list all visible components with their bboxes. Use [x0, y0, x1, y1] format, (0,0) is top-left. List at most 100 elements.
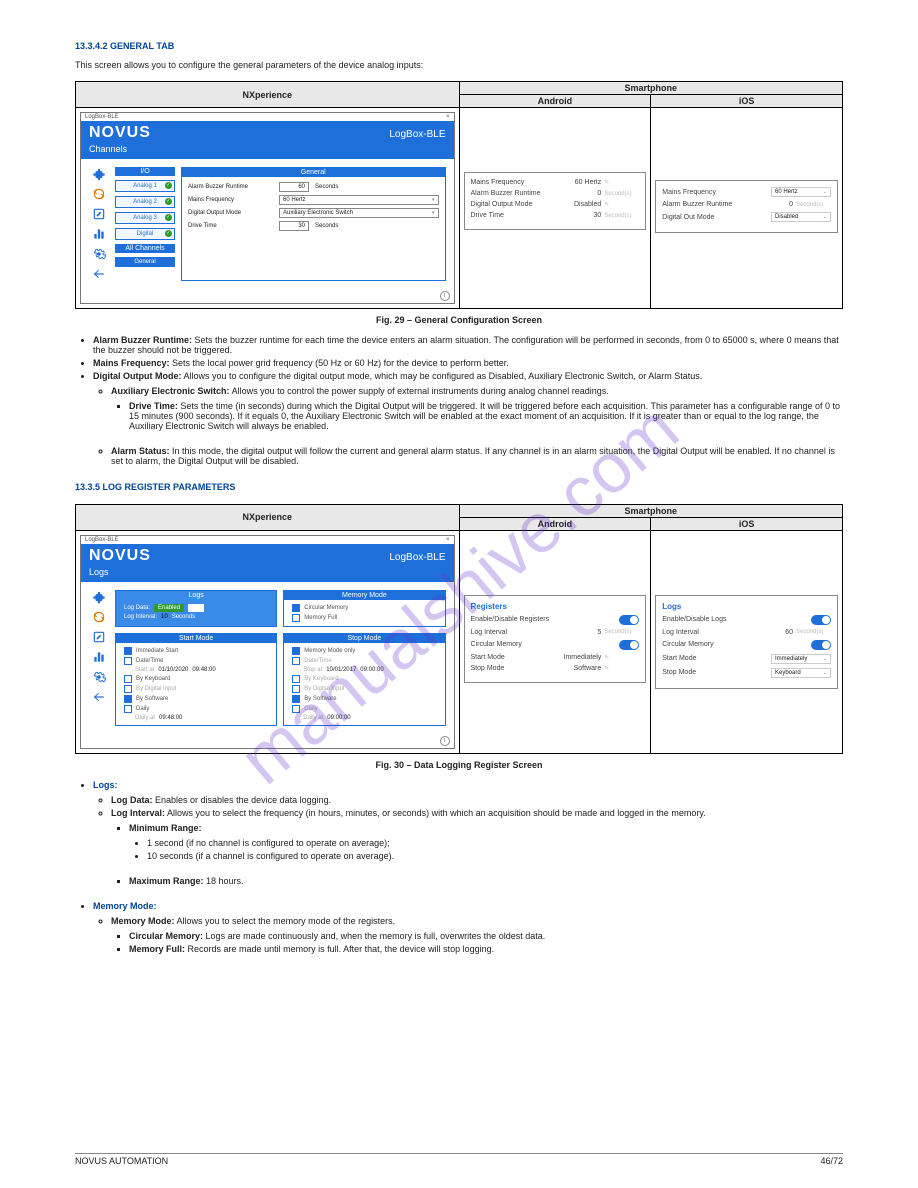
sm-software[interactable] [124, 695, 132, 703]
sm-head: Start Mode [116, 634, 276, 643]
sm-daily[interactable] [124, 705, 132, 713]
i-interval-v[interactable]: 60 [748, 629, 793, 636]
back-icon[interactable] [92, 267, 106, 281]
stp-software[interactable] [292, 695, 300, 703]
inp-drive-time[interactable]: 30 [279, 221, 309, 231]
i-digout-dd[interactable]: Disabled⌄ [771, 212, 831, 222]
a-circmem-toggle[interactable] [619, 640, 639, 650]
gear-icon[interactable] [92, 247, 106, 261]
sm-digital [124, 685, 132, 693]
section-label: Channels [89, 144, 446, 154]
ios-card-logs: Logs Enable/Disable Logs Log Interval60S… [655, 595, 838, 689]
device-name: LogBox-BLE [389, 552, 445, 563]
col-android: Android [459, 95, 651, 108]
refresh-icon[interactable] [92, 187, 106, 201]
help-icon[interactable]: i [440, 291, 450, 301]
table-general: NXperience Smartphone Android iOS LogBox… [75, 81, 843, 309]
a-drive-v: 30 [556, 212, 601, 219]
general-pane-header: General [182, 168, 445, 177]
close-icon[interactable]: × [446, 114, 450, 120]
i-stopmode-dd[interactable]: Keyboard⌄ [771, 668, 831, 678]
pencil-icon[interactable]: ✎ [601, 665, 639, 672]
enabled-badge[interactable]: Enabled [154, 604, 184, 612]
unit-seconds: Seconds [315, 184, 338, 190]
i-buzzer-l: Alarm Buzzer Runtime [662, 201, 748, 208]
i-mains-dd[interactable]: 60 Hertz⌄ [771, 187, 831, 197]
i-enable-toggle[interactable] [811, 615, 831, 625]
sel-dig-out-mode[interactable]: Auxiliary Electronic Switch▾ [279, 208, 439, 218]
circular-mem-lbl: Circular Memory [304, 605, 348, 611]
gear-icon[interactable] [92, 670, 106, 684]
nxs-window-logs: LogBox-BLE × NOVUS LogBox-BLE Logs [80, 535, 455, 749]
stp-daily [292, 705, 300, 713]
i-startmode-dd[interactable]: Immediately⌄ [771, 654, 831, 664]
a-mains-freq-v[interactable]: 60 Hertz [556, 179, 601, 186]
a-drive-u: Second(s) [601, 213, 639, 219]
nxs-sidebar [89, 167, 109, 281]
nxs-sidebar2 [89, 590, 109, 726]
close-icon[interactable]: × [446, 537, 450, 543]
col-ios2: iOS [651, 517, 843, 530]
circular-mem-check[interactable] [292, 604, 300, 612]
a-stopmode-v[interactable]: Software [556, 665, 601, 672]
channel-analog1[interactable]: Analog 1✓ [115, 180, 175, 192]
lbl-dig-out-mode: Digital Output Mode [188, 210, 273, 216]
pencil-icon[interactable]: ✎ [601, 201, 639, 208]
a-interval-v[interactable]: 5 [556, 629, 601, 636]
a-drive-l: Drive Time [471, 212, 557, 219]
all-channels-header: All Channels [115, 244, 175, 253]
chart-icon[interactable] [92, 650, 106, 664]
unit-seconds2: Seconds [315, 223, 338, 229]
a-mains-freq-l: Mains Frequency [471, 179, 557, 186]
a-startmode-v[interactable]: Immediately [556, 654, 601, 661]
stp-keyboard [292, 675, 300, 683]
a-enable-toggle[interactable] [619, 615, 639, 625]
i-logs-title: Logs [662, 602, 831, 611]
stp-memonly[interactable] [292, 647, 300, 655]
i-circmem-toggle[interactable] [811, 640, 831, 650]
a-buzzer-v[interactable]: 0 [556, 190, 601, 197]
puzzle-icon[interactable] [92, 590, 106, 604]
col-smartphone2: Smartphone [459, 504, 843, 517]
mm-head: Memory Mode [284, 591, 444, 600]
mem-full-check[interactable] [292, 614, 300, 622]
android-card-general: Mains Frequency60 Hertz✎ Alarm Buzzer Ru… [464, 172, 647, 230]
puzzle-icon[interactable] [92, 167, 106, 181]
nxs-window-channels: LogBox-BLE × NOVUS LogBox-BLE Channels [80, 112, 455, 304]
sm-datetime[interactable] [124, 657, 132, 665]
channel-analog2[interactable]: Analog 2✓ [115, 196, 175, 208]
a-buzzer-l: Alarm Buzzer Runtime [471, 190, 557, 197]
log-interval-lbl: Log Interval: [124, 614, 157, 620]
sm-keyboard[interactable] [124, 675, 132, 683]
col-nxperience2: NXperience [76, 504, 460, 530]
ios-card-general: Mains Frequency60 Hertz⌄ Alarm Buzzer Ru… [655, 180, 838, 233]
a-digout-l: Digital Output Mode [471, 201, 557, 208]
lbl-drive-time: Drive Time [188, 223, 273, 229]
i-buzzer-v[interactable]: 0 [748, 201, 793, 208]
help-icon[interactable]: i [440, 736, 450, 746]
edit-icon[interactable] [92, 207, 106, 221]
pencil-icon[interactable]: ✎ [601, 179, 639, 186]
edit-icon[interactable] [92, 630, 106, 644]
inp-alarm-buzzer[interactable]: 60 [279, 182, 309, 192]
channel-digital[interactable]: Digital✓ [115, 228, 175, 240]
general-button[interactable]: General [115, 257, 175, 267]
section-intro-general: This screen allows you to configure the … [75, 59, 843, 72]
col-ios: iOS [651, 95, 843, 108]
chart-icon[interactable] [92, 227, 106, 241]
a-digout-v[interactable]: Disabled [556, 201, 601, 208]
footer: NOVUS AUTOMATION 46/72 [75, 1153, 843, 1166]
log-interval-val[interactable]: 10 [161, 614, 168, 620]
a-logs-title: Registers [471, 602, 640, 611]
a-buzzer-u: Second(s) [601, 191, 639, 197]
sel-mains-freq[interactable]: 60 Hertz▾ [279, 195, 439, 205]
refresh-icon[interactable] [92, 610, 106, 624]
io-header: I/O [115, 167, 175, 176]
pencil-icon[interactable]: ✎ [601, 654, 639, 661]
device-name: LogBox-BLE [389, 129, 445, 140]
nxs-win-title2: LogBox-BLE [85, 537, 119, 543]
back-icon[interactable] [92, 690, 106, 704]
section-title-logs: 13.3.5 LOG REGISTER PARAMETERS [75, 481, 843, 494]
sm-immediate[interactable] [124, 647, 132, 655]
channel-analog3[interactable]: Analog 3✓ [115, 212, 175, 224]
